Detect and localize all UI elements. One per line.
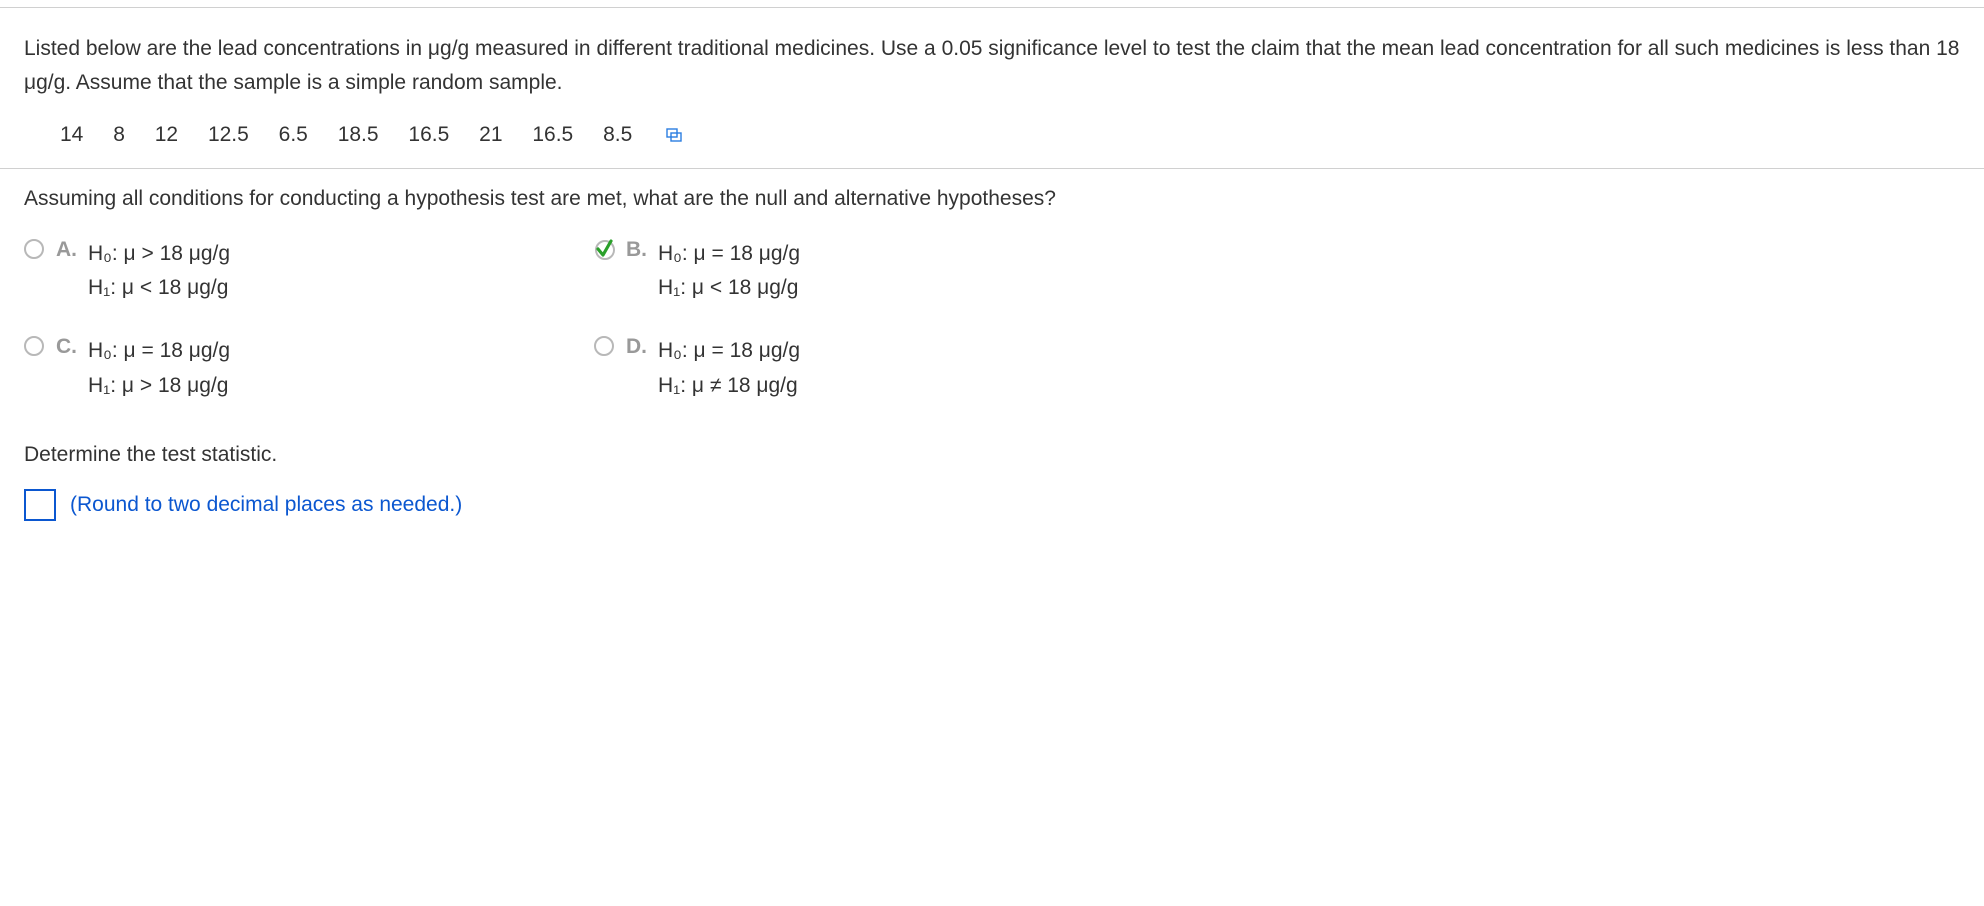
h1-text: H₁: μ > 18 μg/g (88, 374, 228, 397)
radio-a[interactable] (24, 237, 56, 265)
test-statistic-input[interactable] (24, 489, 56, 521)
option-letter: A. (56, 237, 88, 262)
radio-unselected-icon (24, 239, 44, 259)
data-value: 14 (60, 123, 83, 147)
data-value: 8.5 (603, 123, 632, 147)
h1-text: H₁: μ < 18 μg/g (658, 276, 798, 299)
section-divider (0, 168, 1984, 169)
data-value: 16.5 (532, 123, 573, 147)
h1-text: H₁: μ < 18 μg/g (88, 276, 228, 299)
h1-text: H₁: μ ≠ 18 μg/g (658, 374, 798, 397)
data-value: 6.5 (279, 123, 308, 147)
option-letter: D. (626, 334, 658, 359)
determine-test-statistic-label: Determine the test statistic. (24, 443, 1960, 467)
radio-d[interactable] (594, 334, 626, 362)
option-b[interactable]: B. H₀: μ = 18 μg/g H₁: μ < 18 μg/g (594, 237, 1124, 306)
option-body: H₀: μ = 18 μg/g H₁: μ > 18 μg/g (88, 334, 230, 403)
data-value: 12.5 (208, 123, 249, 147)
data-value: 8 (113, 123, 125, 147)
h0-text: H₀: μ > 18 μg/g (88, 242, 230, 265)
option-body: H₀: μ > 18 μg/g H₁: μ < 18 μg/g (88, 237, 230, 306)
radio-c[interactable] (24, 334, 56, 362)
copy-data-icon[interactable] (666, 124, 684, 148)
option-body: H₀: μ = 18 μg/g H₁: μ < 18 μg/g (658, 237, 800, 306)
option-c[interactable]: C. H₀: μ = 18 μg/g H₁: μ > 18 μg/g (24, 334, 554, 403)
problem-statement: Listed below are the lead concentrations… (24, 32, 1960, 99)
question-content: Listed below are the lead concentrations… (0, 8, 1984, 521)
data-value: 12 (155, 123, 178, 147)
h0-text: H₀: μ = 18 μg/g (658, 339, 800, 362)
top-divider (0, 0, 1984, 8)
answer-options: A. H₀: μ > 18 μg/g H₁: μ < 18 μg/g B. H₀… (24, 237, 1124, 404)
radio-b[interactable] (594, 237, 626, 267)
radio-selected-checkmark-icon (594, 239, 616, 261)
radio-unselected-icon (594, 336, 614, 356)
hypotheses-prompt: Assuming all conditions for conducting a… (24, 187, 1960, 211)
h0-text: H₀: μ = 18 μg/g (88, 339, 230, 362)
data-value: 21 (479, 123, 502, 147)
data-value: 18.5 (338, 123, 379, 147)
option-a[interactable]: A. H₀: μ > 18 μg/g H₁: μ < 18 μg/g (24, 237, 554, 306)
option-d[interactable]: D. H₀: μ = 18 μg/g H₁: μ ≠ 18 μg/g (594, 334, 1124, 403)
option-letter: C. (56, 334, 88, 359)
option-body: H₀: μ = 18 μg/g H₁: μ ≠ 18 μg/g (658, 334, 800, 403)
test-statistic-answer-row: (Round to two decimal places as needed.) (24, 489, 1960, 521)
rounding-hint: (Round to two decimal places as needed.) (70, 493, 462, 517)
data-value: 16.5 (408, 123, 449, 147)
option-letter: B. (626, 237, 658, 262)
data-values-row: 14 8 12 12.5 6.5 18.5 16.5 21 16.5 8.5 (24, 123, 1960, 147)
radio-unselected-icon (24, 336, 44, 356)
h0-text: H₀: μ = 18 μg/g (658, 242, 800, 265)
